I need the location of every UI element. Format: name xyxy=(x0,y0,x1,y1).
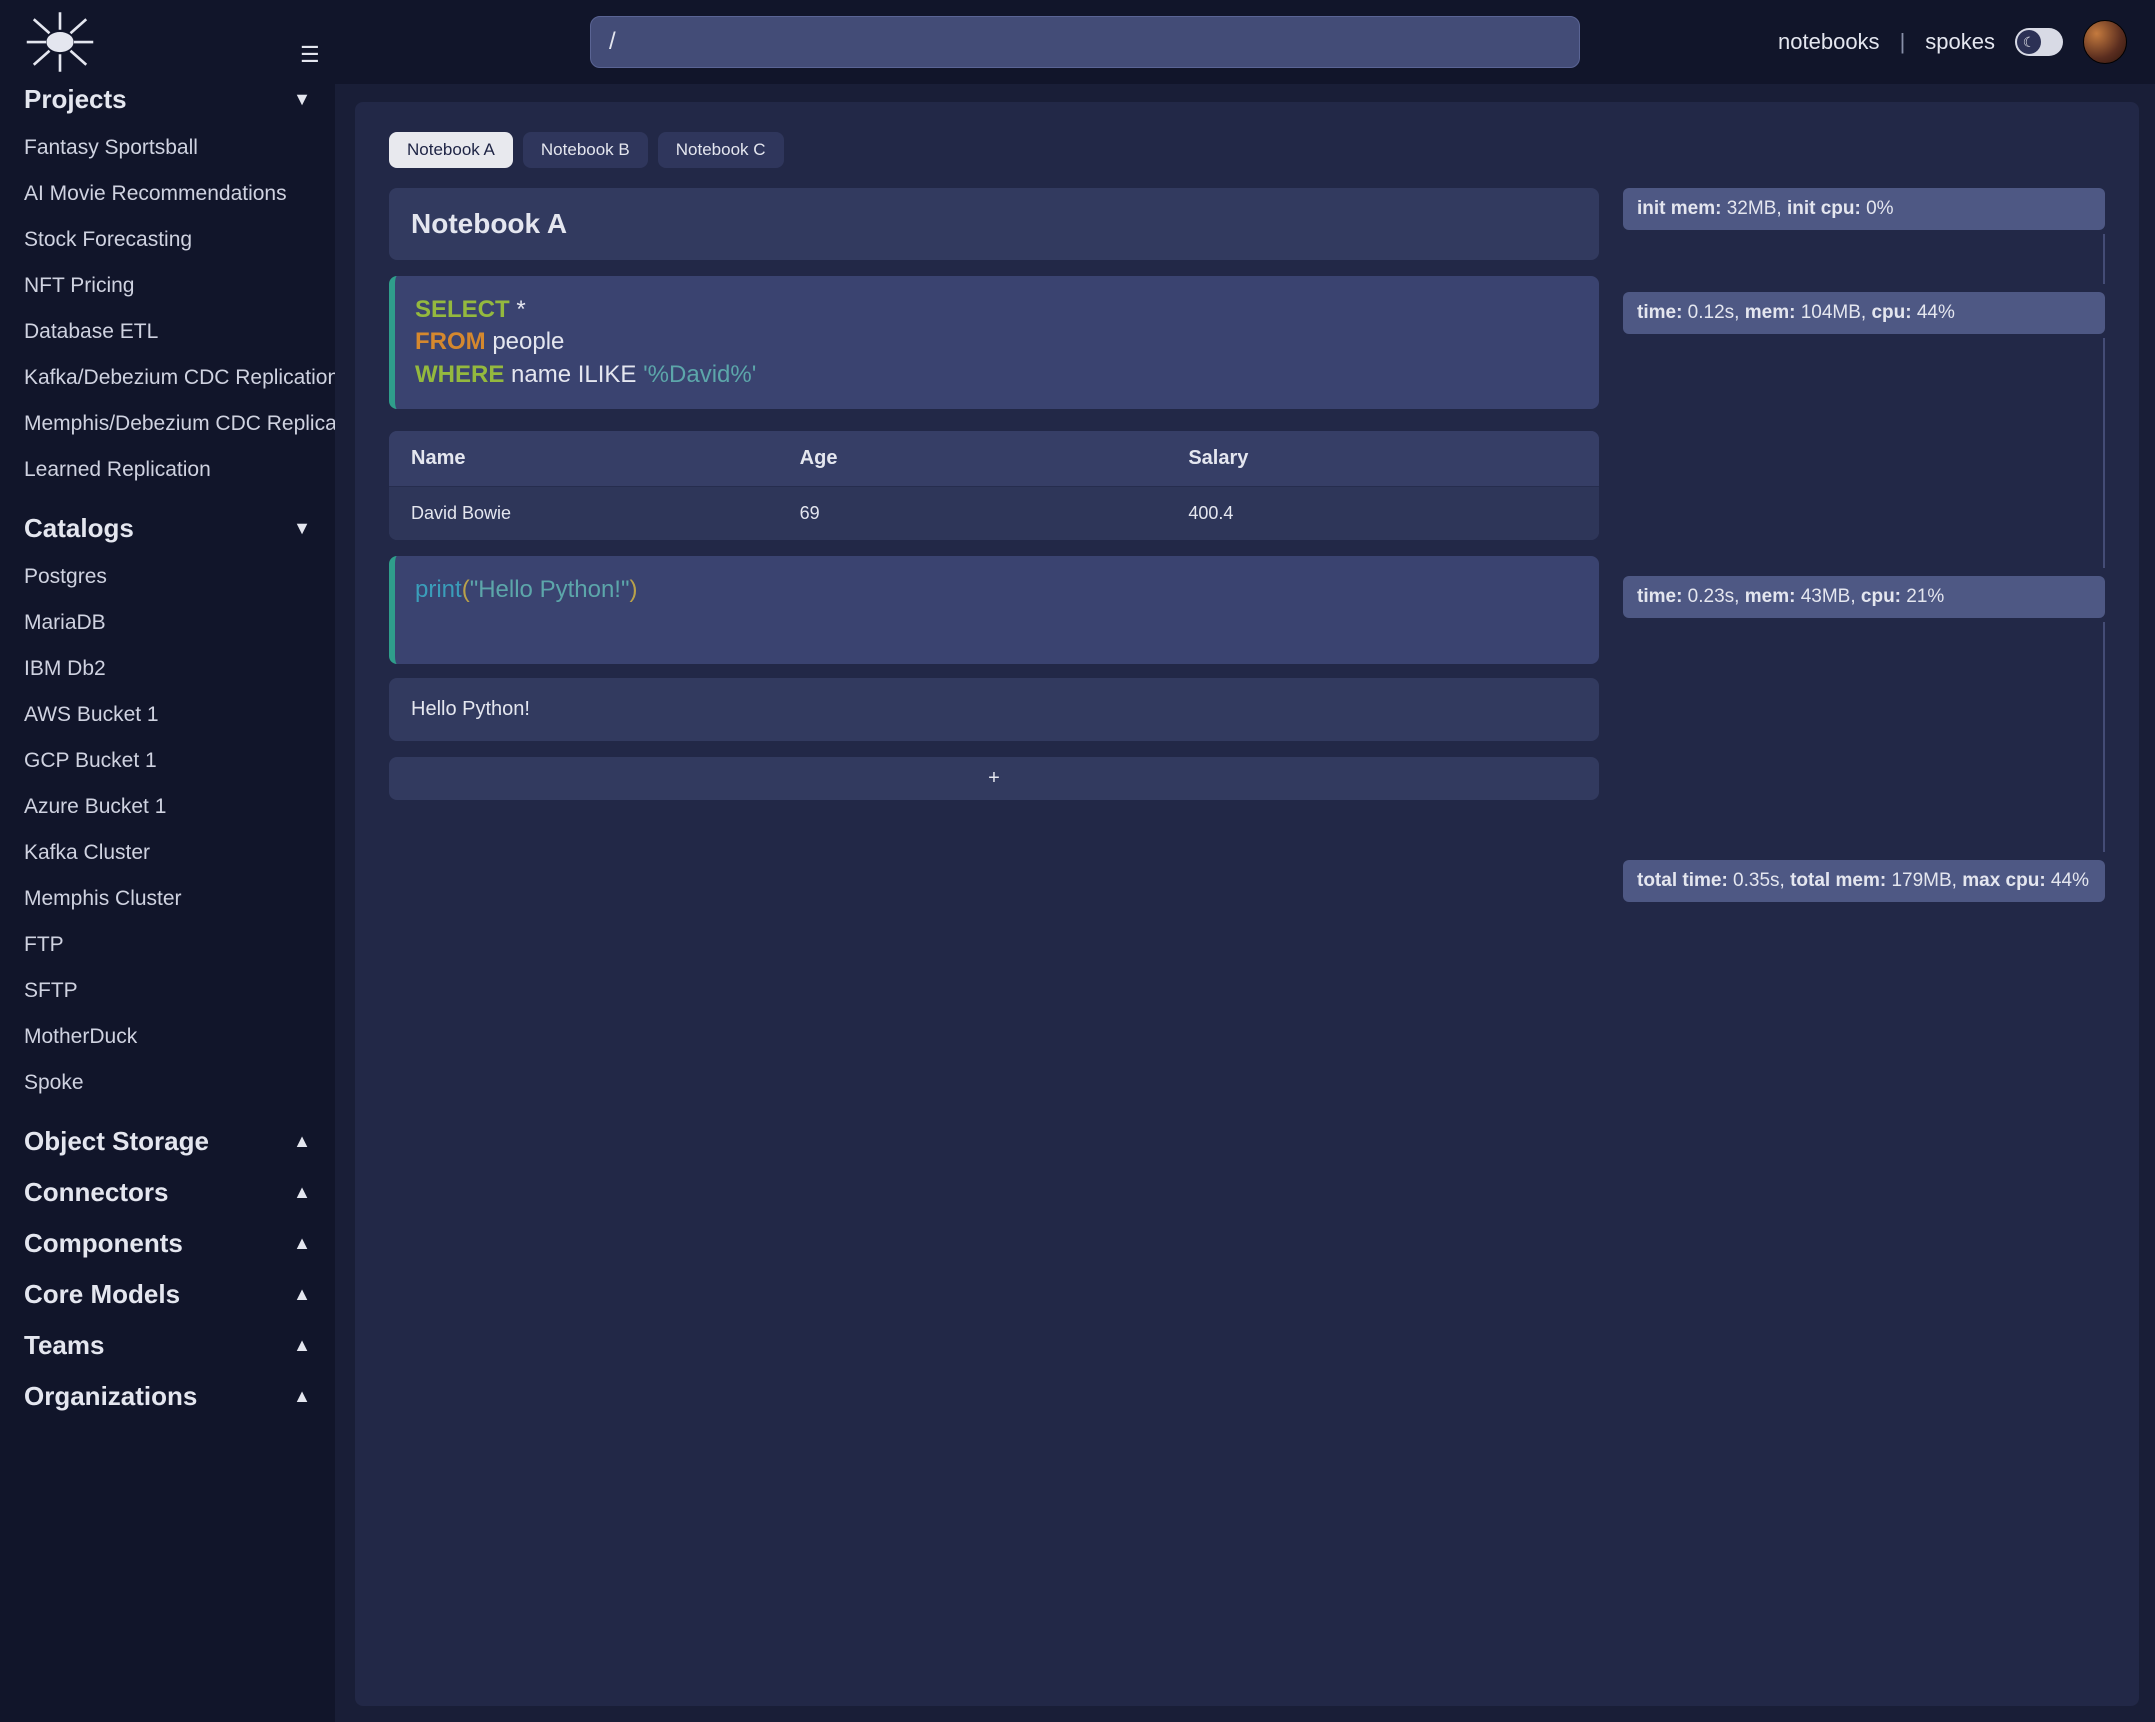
add-cell-button[interactable]: + xyxy=(389,757,1599,800)
section-head-components[interactable]: Components ▲ xyxy=(24,1228,311,1259)
sidebar-item[interactable]: Stock Forecasting xyxy=(24,217,311,263)
sidebar-item[interactable]: Kafka/Debezium CDC Replication xyxy=(24,355,311,401)
section-head-organizations[interactable]: Organizations ▲ xyxy=(24,1381,311,1412)
chevron-down-icon: ▼ xyxy=(293,518,311,539)
sidebar-item[interactable]: AI Movie Recommendations xyxy=(24,171,311,217)
chevron-up-icon: ▲ xyxy=(293,1284,311,1305)
sidebar-item[interactable]: Memphis Cluster xyxy=(24,876,311,922)
chevron-up-icon: ▲ xyxy=(293,1131,311,1152)
chevron-up-icon: ▲ xyxy=(293,1335,311,1356)
stats-column: init mem: 32MB, init cpu: 0% time: 0.12s… xyxy=(1623,188,2105,902)
section-items: Fantasy SportsballAI Movie Recommendatio… xyxy=(24,125,311,493)
theme-toggle[interactable]: ☾ xyxy=(2015,28,2063,56)
table-header-cell: Age xyxy=(800,447,1189,470)
cell-stat: time: 0.12s, mem: 104MB, cpu: 44% xyxy=(1623,292,2105,334)
tab-notebook-b[interactable]: Notebook B xyxy=(523,132,648,168)
moon-icon: ☾ xyxy=(2017,30,2041,54)
notebook-tabs: Notebook A Notebook B Notebook C xyxy=(389,132,2105,168)
sidebar-item[interactable]: MariaDB xyxy=(24,600,311,646)
result-table: NameAgeSalaryDavid Bowie69400.4 xyxy=(389,431,1599,540)
section-items: PostgresMariaDBIBM Db2AWS Bucket 1GCP Bu… xyxy=(24,554,311,1106)
topnav-notebooks[interactable]: notebooks xyxy=(1778,29,1880,55)
avatar[interactable] xyxy=(2083,20,2127,64)
cell-stat: time: 0.23s, mem: 43MB, cpu: 21% xyxy=(1623,576,2105,618)
section-title: Object Storage xyxy=(24,1126,209,1157)
chevron-down-icon: ▼ xyxy=(293,89,311,110)
topnav-divider: | xyxy=(1900,29,1906,55)
table-header-cell: Salary xyxy=(1188,447,1577,470)
section-head-object-storage[interactable]: Object Storage ▲ xyxy=(24,1126,311,1157)
section-head-catalogs[interactable]: Catalogs ▼ xyxy=(24,513,311,544)
table-row: David Bowie69400.4 xyxy=(389,486,1599,540)
chevron-up-icon: ▲ xyxy=(293,1182,311,1203)
main-panel: Notebook A Notebook B Notebook C Notebook … xyxy=(355,102,2139,1706)
notebook-cell: print("Hello Python!") Hello Python! xyxy=(389,556,1599,741)
sidebar-item[interactable]: IBM Db2 xyxy=(24,646,311,692)
table-cell: 69 xyxy=(800,503,1189,524)
section-head-projects[interactable]: Projects ▼ xyxy=(24,84,311,115)
sidebar-item[interactable]: Spoke xyxy=(24,1060,311,1106)
section-title: Components xyxy=(24,1228,183,1259)
section-title: Connectors xyxy=(24,1177,168,1208)
total-stat: total time: 0.35s, total mem: 179MB, max… xyxy=(1623,860,2105,902)
main-wrap: Notebook A Notebook B Notebook C Notebook … xyxy=(335,84,2155,1722)
python-code-cell[interactable]: print("Hello Python!") xyxy=(389,556,1599,664)
section-title: Core Models xyxy=(24,1279,180,1310)
cell-output: Hello Python! xyxy=(389,678,1599,741)
sidebar: Projects ▼ Fantasy SportsballAI Movie Reco… xyxy=(0,0,335,1722)
sidebar-item[interactable]: SFTP xyxy=(24,968,311,1014)
sidebar-item[interactable]: AWS Bucket 1 xyxy=(24,692,311,738)
sidebar-item[interactable]: FTP xyxy=(24,922,311,968)
cell-chart-slot xyxy=(1853,622,2105,852)
table-cell: 400.4 xyxy=(1188,503,1577,524)
init-stat: init mem: 32MB, init cpu: 0% xyxy=(1623,188,2105,230)
sidebar-item[interactable]: Fantasy Sportsball xyxy=(24,125,311,171)
notebook-column: Notebook A SELECT *FROM peopleWHERE name… xyxy=(389,188,1599,800)
sidebar-item[interactable]: Azure Bucket 1 xyxy=(24,784,311,830)
topnav: notebooks | spokes ☾ xyxy=(1778,0,2127,84)
topnav-spokes[interactable]: spokes xyxy=(1925,29,1995,55)
sidebar-item[interactable]: Learned Replication xyxy=(24,447,311,493)
section-head-core-models[interactable]: Core Models ▲ xyxy=(24,1279,311,1310)
section-title: Catalogs xyxy=(24,513,134,544)
notebook-title: Notebook A xyxy=(389,188,1599,260)
section-title: Organizations xyxy=(24,1381,197,1412)
cell-chart-slot xyxy=(1853,338,2105,568)
sidebar-item[interactable]: GCP Bucket 1 xyxy=(24,738,311,784)
chevron-up-icon: ▲ xyxy=(293,1233,311,1254)
sidebar-item[interactable]: MotherDuck xyxy=(24,1014,311,1060)
search-value: / xyxy=(609,28,616,56)
sidebar-item[interactable]: Database ETL xyxy=(24,309,311,355)
table-header-row: NameAgeSalary xyxy=(389,431,1599,486)
section-head-teams[interactable]: Teams ▲ xyxy=(24,1330,311,1361)
sidebar-item[interactable]: Postgres xyxy=(24,554,311,600)
section-head-connectors[interactable]: Connectors ▲ xyxy=(24,1177,311,1208)
chevron-up-icon: ▲ xyxy=(293,1386,311,1407)
tab-notebook-a[interactable]: Notebook A xyxy=(389,132,513,168)
sidebar-item[interactable]: NFT Pricing xyxy=(24,263,311,309)
sidebar-item[interactable]: Kafka Cluster xyxy=(24,830,311,876)
search-input[interactable]: / xyxy=(590,16,1580,68)
topbar: ☰ / notebooks | spokes ☾ xyxy=(0,0,2155,84)
app-logo[interactable] xyxy=(0,7,120,77)
init-chart-slot xyxy=(1853,234,2105,284)
section-title: Teams xyxy=(24,1330,104,1361)
sql-code-cell[interactable]: SELECT *FROM peopleWHERE name ILIKE '%Da… xyxy=(389,276,1599,409)
table-header-cell: Name xyxy=(411,447,800,470)
notebook-cell: SELECT *FROM peopleWHERE name ILIKE '%Da… xyxy=(389,276,1599,540)
table-cell: David Bowie xyxy=(411,503,800,524)
section-title: Projects xyxy=(24,84,127,115)
tab-notebook-c[interactable]: Notebook C xyxy=(658,132,784,168)
sidebar-item[interactable]: Memphis/Debezium CDC Replication xyxy=(24,401,311,447)
hamburger-icon[interactable]: ☰ xyxy=(300,42,320,68)
